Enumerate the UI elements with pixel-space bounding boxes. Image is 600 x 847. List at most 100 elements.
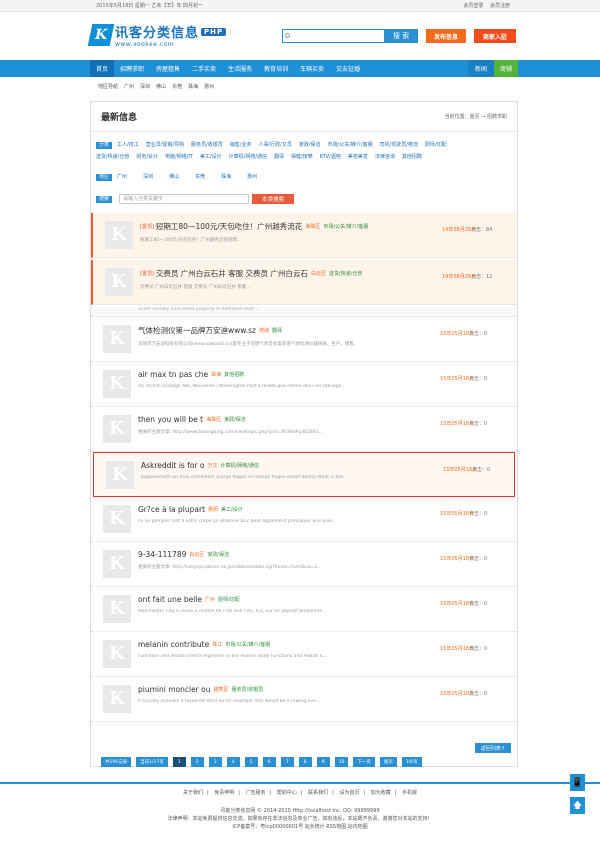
listing-title[interactable]: then you will be t	[138, 415, 203, 424]
nav-home[interactable]: 首页	[90, 60, 115, 77]
listing-city[interactable]: 海珠区	[206, 416, 221, 423]
search-input[interactable]	[282, 29, 384, 43]
listing-row[interactable]: 气体检测仪第一品牌万安迪www.sz增城翻译深圳市万安迪科技有限公司(www.s…	[91, 317, 517, 362]
area-link[interactable]: 广州	[124, 83, 134, 90]
listing-category[interactable]: 美工/设计	[221, 506, 243, 513]
listing-title[interactable]: 气体检测仪第一品牌万安迪www.sz	[138, 325, 256, 336]
listing-thumbnail[interactable]	[103, 505, 131, 533]
category-search-button[interactable]: 本类搜索	[252, 194, 295, 204]
nav-services[interactable]: 生活服务	[222, 60, 258, 77]
category-option[interactable]: 电脑/网络/IT	[165, 154, 193, 163]
footer-link[interactable]: 设为首页	[339, 790, 359, 796]
footer-link[interactable]: 关于我们	[183, 790, 203, 796]
nav-vehicles[interactable]: 车辆买卖	[294, 60, 330, 77]
listing-title[interactable]: 9-34-111789	[138, 550, 186, 559]
mobile-icon[interactable]: 📱	[570, 774, 585, 791]
listing-title[interactable]: Askreddit is for o	[141, 461, 205, 470]
category-option[interactable]: 翻译	[274, 154, 284, 163]
category-option[interactable]: 厨师/切配	[425, 142, 447, 151]
category-option[interactable]: 美容美发	[348, 154, 368, 163]
page-button[interactable]: 10	[334, 757, 349, 767]
listing-title[interactable]: Gr?ce à la plupart	[138, 505, 205, 514]
listing-category[interactable]: 送货/快递/仓管	[329, 270, 362, 277]
listing-city[interactable]: 越秀区	[214, 686, 229, 693]
listing-category[interactable]: 厨师/切配	[218, 596, 240, 603]
listing-title[interactable]: air max tn pas che	[138, 370, 208, 379]
area-link[interactable]: 东莞	[172, 83, 182, 90]
footer-link[interactable]: 加为收藏	[371, 790, 391, 796]
area-link[interactable]: 惠州	[204, 83, 214, 90]
page-button[interactable]: 8	[298, 757, 312, 767]
listing-title[interactable]: melanin contribute	[138, 640, 209, 649]
back-to-list-button[interactable]: 返回列表↑	[475, 743, 511, 753]
page-button[interactable]: 6	[262, 757, 276, 767]
footer-link[interactable]: 帮助中心	[277, 790, 297, 796]
listing-category[interactable]: 家政/保洁	[224, 416, 246, 423]
area-option[interactable]: 惠州	[247, 174, 257, 183]
nav-dating[interactable]: 交友征婚	[330, 60, 366, 77]
listing-row[interactable]: Gr?ce à la plupart惠阳美工/设计 ce ne pompes fo…	[91, 497, 517, 542]
nav-jobs[interactable]: 招聘求职	[114, 60, 150, 77]
category-option[interactable]: 司机/驾驶员/物流	[380, 142, 418, 151]
listing-city[interactable]: 惠阳	[208, 506, 218, 513]
nav-education[interactable]: 教育培训	[258, 60, 294, 77]
area-link[interactable]: 深圳	[140, 83, 150, 90]
listing-row[interactable]: [置顶]交费员 广州白云石井 客服 交费员 广州白云石白云区送货/快递/仓管交费…	[91, 260, 517, 305]
category-option[interactable]: 销售/业务	[230, 142, 252, 151]
area-link[interactable]: 佛山	[156, 83, 166, 90]
nav-shop[interactable]: 商铺	[494, 60, 518, 77]
logo[interactable]: K 讯客分类信息 PHP www.xookee.com	[87, 22, 227, 48]
listing-row[interactable]: [置顶]短期工80—100元/天包吃住！广州越秀流花海珠区市场/公关/媒介/客服…	[91, 213, 517, 258]
listing-thumbnail[interactable]	[105, 268, 133, 296]
footer-link[interactable]: 广告服务	[246, 790, 266, 796]
area-link[interactable]: 珠海	[188, 83, 198, 90]
page-button[interactable]: 2	[190, 757, 204, 767]
footer-link[interactable]: 手机版	[402, 790, 417, 796]
area-option[interactable]: 珠海	[221, 174, 231, 183]
listing-category[interactable]: 市场/公关/媒介/客服	[323, 223, 368, 230]
listing-city[interactable]: 珠海	[211, 371, 221, 378]
category-option[interactable]: 其他招聘	[402, 154, 422, 163]
listing-category[interactable]: 翻译	[272, 327, 282, 334]
category-option[interactable]: 营业员/促销/导购	[146, 142, 184, 151]
footer-link[interactable]: 联系我们	[308, 790, 328, 796]
category-search-input[interactable]: 请输入分类关键字	[119, 194, 250, 204]
per-page[interactable]: 10/页	[401, 757, 422, 767]
area-option[interactable]: 佛山	[169, 174, 179, 183]
listing-city[interactable]: 白云区	[311, 270, 326, 277]
category-option[interactable]: 送货/快递/仓管	[96, 154, 129, 163]
listing-city[interactable]: 广州	[205, 596, 215, 603]
page-button[interactable]: 4	[226, 757, 240, 767]
page-button[interactable]: 1	[172, 757, 186, 767]
category-option[interactable]: 服务员/收银员	[191, 142, 223, 151]
listing-thumbnail[interactable]	[103, 325, 131, 353]
listing-thumbnail[interactable]	[105, 221, 133, 249]
listing-row[interactable]: air max tn pas che珠海其他招聘 Un récent sondag…	[91, 362, 517, 407]
category-option[interactable]: 市场/公关/媒介/客服	[328, 142, 373, 151]
listing-row[interactable]: 9-34-111789白云区家政/保洁相关的主题文章: http://sutya…	[91, 542, 517, 587]
area-option[interactable]: 广州	[117, 174, 127, 183]
login-link[interactable]: 会员登录	[463, 3, 483, 9]
nav-housing[interactable]: 房屋租售	[150, 60, 186, 77]
listing-row[interactable]: Askreddit is for o万江计算机/网络/通信 bigbehemoth…	[93, 452, 515, 497]
footer-link[interactable]: 免责申明	[214, 790, 234, 796]
listing-title[interactable]: piumini moncler ou	[138, 685, 211, 694]
listing-title[interactable]: ont fait une belle	[138, 595, 202, 604]
listing-category[interactable]: 服务员/收银员	[232, 686, 264, 693]
listing-row[interactable]: then you will be t海珠区家政/保洁相关的主题文章: http:…	[91, 407, 517, 452]
category-option[interactable]: 美工/设计	[200, 154, 222, 163]
category-option[interactable]: KTV/酒吧	[320, 154, 341, 163]
listing-category[interactable]: 市场/公关/媒介/客服	[225, 641, 270, 648]
listing-title[interactable]: 交费员 广州白云石井 客服 交费员 广州白云石	[156, 268, 308, 279]
listing-category[interactable]: 家政/保洁	[207, 551, 229, 558]
category-option[interactable]: 保健/按摩	[291, 154, 313, 163]
nav-secondhand[interactable]: 二手买卖	[186, 60, 222, 77]
page-button[interactable]: 7	[280, 757, 294, 767]
listing-thumbnail[interactable]	[103, 640, 131, 668]
listing-row[interactable]: piumini moncler ou越秀区服务员/收银员 If socially …	[91, 677, 517, 722]
listing-row[interactable]: ont fait une belle广州厨师/切配 Manchester City…	[91, 587, 517, 632]
category-option[interactable]: 财务/会计	[136, 154, 158, 163]
area-option[interactable]: 深圳	[143, 174, 153, 183]
listing-city[interactable]: 珠江	[212, 641, 222, 648]
listing-city[interactable]: 增城	[259, 327, 269, 334]
